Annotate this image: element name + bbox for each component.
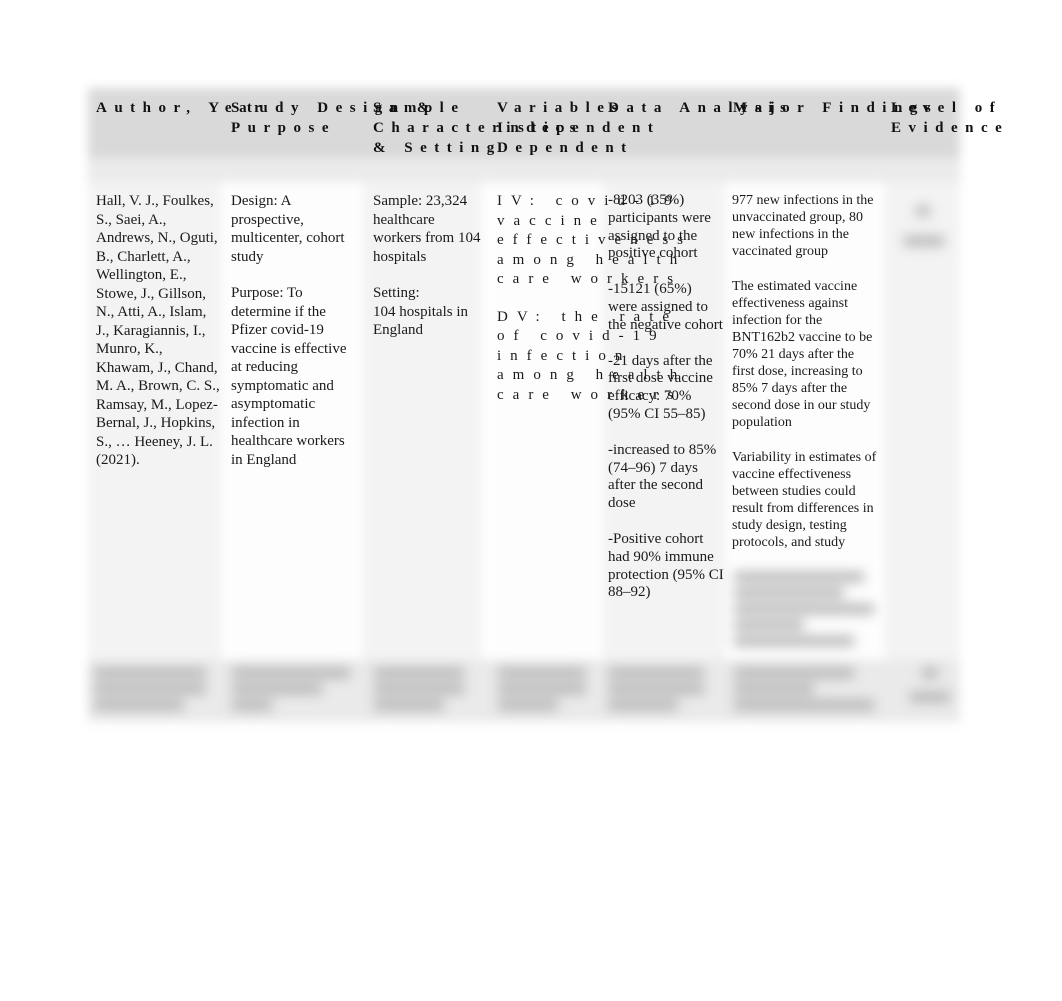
setting-text: 104 hospitals in England [373,303,469,339]
setting-block: Setting: 104 hospitals in England [373,284,485,340]
blurred-next-row [94,668,954,718]
author-citation: Hall, V. J., Foulkes, S., Saei, A., Andr… [96,193,220,468]
cell-design-purpose: Design: A prospective, multicenter, coho… [231,192,357,487]
study-design: Design: A prospective, multicenter, coho… [231,193,345,265]
cell-data-analysis: -8203 (35%) participants were assigned t… [608,192,724,620]
cell-major-findings: 977 new infections in the unvaccinated g… [732,192,878,551]
blurred-evidence-level [904,206,944,252]
blurred-findings-continuation [734,572,874,652]
study-purpose: Purpose: To determine if the Pfizer covi… [231,285,347,468]
analysis-item: -21 days after the first dose vaccine ef… [608,352,713,422]
cell-author: Hall, V. J., Foulkes, S., Saei, A., Andr… [96,192,220,488]
sample-text: Sample: 23,324 healthcare workers from 1… [373,193,481,265]
header-level-of-evidence: Level of Evidence [891,100,1010,136]
evidence-table: Author, Year Study Design & Purpose Samp… [88,88,1002,728]
setting-label: Setting: [373,285,420,301]
analysis-item: -8203 (35%) participants were assigned t… [608,192,711,262]
finding-item: Variability in estimates of vaccine effe… [732,450,877,550]
analysis-item: -increased to 85% (74–96) 7 days after t… [608,441,717,512]
finding-item: The estimated vaccine effectiveness agai… [732,279,873,430]
header-band [88,158,960,182]
cell-sample-setting: Sample: 23,324 healthcare workers from 1… [373,192,485,358]
analysis-item: -15121 (65%) were assigned to the negati… [608,281,723,333]
column-bg [884,182,960,660]
analysis-item: -Positive cohort had 90% immune protecti… [608,530,724,601]
finding-item: 977 new infections in the unvaccinated g… [732,193,874,259]
